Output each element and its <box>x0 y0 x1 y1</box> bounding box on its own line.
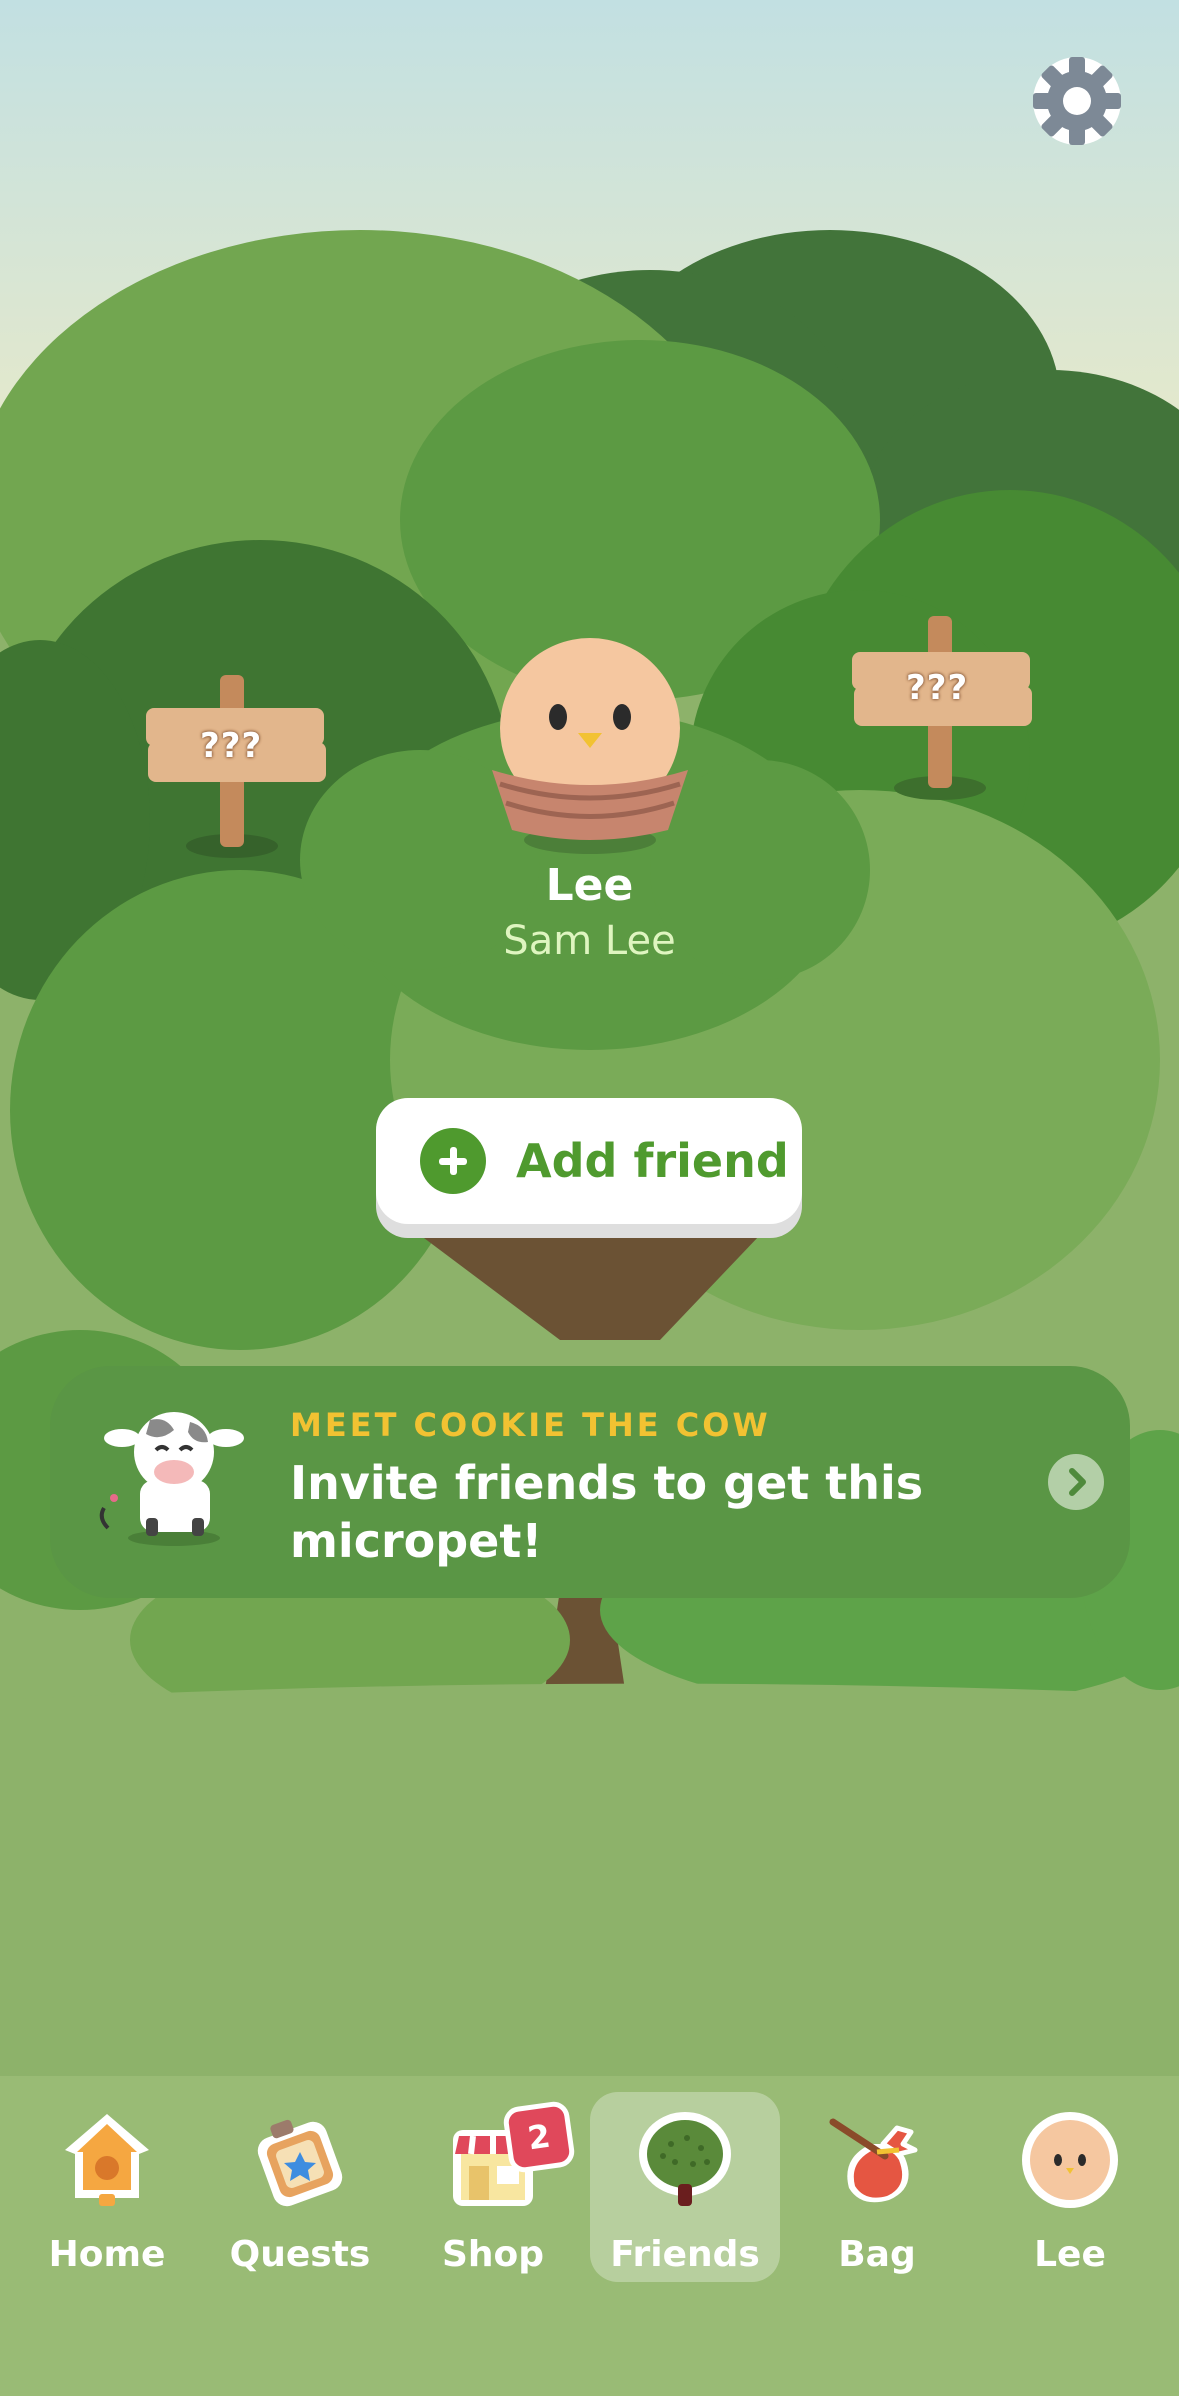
birdhouse-icon <box>65 2114 149 2206</box>
tab-home-label: Home <box>48 2234 166 2275</box>
promo-eyebrow: MEET COOKIE THE COW <box>290 1406 771 1444</box>
tab-friends-label: Friends <box>610 2234 760 2275</box>
shop-badge: 2 <box>501 2099 577 2175</box>
tab-bag[interactable]: Bag <box>782 2092 972 2282</box>
gear-icon <box>1033 57 1121 145</box>
tree-icon <box>639 2112 731 2206</box>
tab-home[interactable]: Home <box>12 2092 202 2282</box>
cow-icon <box>99 1412 244 1546</box>
tab-quests[interactable]: Quests <box>205 2092 395 2282</box>
invite-promo-banner[interactable]: MEET COOKIE THE COW Invite friends to ge… <box>50 1366 1130 1598</box>
plus-icon <box>420 1128 486 1194</box>
quest-board-icon <box>257 2119 343 2207</box>
bag-icon <box>829 2118 918 2203</box>
pet-owner-name: Sam Lee <box>503 918 676 964</box>
tab-profile[interactable]: Lee <box>975 2092 1165 2282</box>
tab-shop[interactable]: 2 Shop <box>398 2092 588 2282</box>
tab-quests-label: Quests <box>229 2234 371 2275</box>
tab-bag-label: Bag <box>838 2234 916 2275</box>
tab-shop-label: Shop <box>441 2234 545 2275</box>
chevron-right-icon[interactable] <box>1048 1454 1104 1510</box>
left-sign-label: ??? <box>200 726 263 766</box>
pet-name: Lee <box>545 860 634 911</box>
tab-profile-label: Lee <box>1034 2234 1106 2275</box>
right-sign-label: ??? <box>906 668 969 708</box>
settings-button[interactable] <box>1022 46 1132 156</box>
add-friend-button[interactable]: Add friend <box>376 1098 802 1224</box>
pet-avatar-icon <box>1022 2112 1118 2208</box>
add-friend-label: Add friend <box>516 1134 789 1188</box>
tab-friends[interactable]: Friends <box>590 2092 780 2282</box>
bottom-tab-bar: Home Quests 2 Shop Friends Bag Lee <box>0 2076 1179 2396</box>
promo-title: Invite friends to get this micropet! <box>290 1456 924 1568</box>
